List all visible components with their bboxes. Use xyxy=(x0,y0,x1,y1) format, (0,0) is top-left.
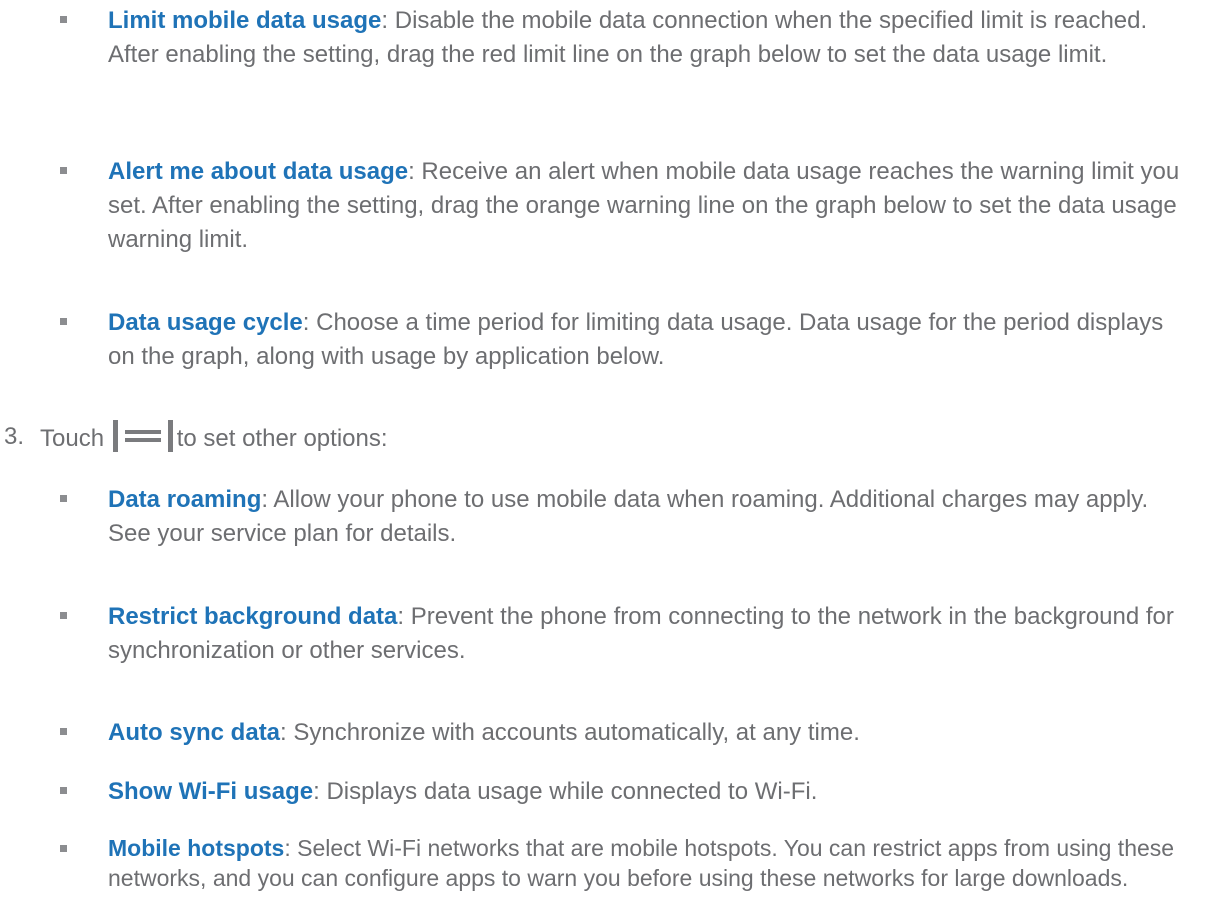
step-text-prefix: Touch xyxy=(40,425,105,452)
document-page: Limit mobile data usage: Disable the mob… xyxy=(0,0,1215,918)
list-item: Data roaming: Allow your phone to use mo… xyxy=(0,483,1215,551)
term-label: Alert me about data usage xyxy=(108,158,409,185)
bullet-icon xyxy=(60,167,67,174)
term-separator: : xyxy=(408,158,415,185)
term-separator: : xyxy=(313,778,320,805)
term-label: Restrict background data xyxy=(108,603,398,630)
term-label: Auto sync data xyxy=(108,719,281,746)
bullet-icon xyxy=(60,16,67,23)
term-label: Mobile hotspots xyxy=(108,835,285,861)
term-separator: : xyxy=(280,719,287,746)
list-item: Mobile hotspots: Select Wi-Fi networks t… xyxy=(0,833,1215,893)
term-description: Synchronize with accounts automatically,… xyxy=(286,719,860,746)
list-item: Restrict background data: Prevent the ph… xyxy=(0,600,1215,668)
term-label: Data usage cycle xyxy=(108,309,303,336)
step-text-suffix: to set other options: xyxy=(176,425,388,452)
list-item: Alert me about data usage: Receive an al… xyxy=(0,155,1215,257)
bullet-icon xyxy=(60,845,67,852)
bullet-icon xyxy=(60,318,67,325)
step-number: 3. xyxy=(4,423,25,450)
list-item: Data usage cycle: Choose a time period f… xyxy=(0,306,1215,374)
list-item: Limit mobile data usage: Disable the mob… xyxy=(0,4,1215,72)
bullet-icon xyxy=(60,787,67,794)
term-label: Show Wi-Fi usage xyxy=(108,778,314,805)
bullet-icon xyxy=(60,495,67,502)
term-description: Displays data usage while connected to W… xyxy=(319,778,818,805)
term-label: Data roaming xyxy=(108,486,262,513)
bullet-icon xyxy=(60,728,67,735)
list-item: Auto sync data: Synchronize with account… xyxy=(0,716,1215,750)
list-item: Show Wi-Fi usage: Displays data usage wh… xyxy=(0,775,1215,809)
step-3: 3. Touch to set other options: xyxy=(0,420,1215,456)
term-label: Limit mobile data usage xyxy=(108,7,382,34)
bullet-icon xyxy=(60,612,67,619)
menu-icon xyxy=(112,420,173,452)
